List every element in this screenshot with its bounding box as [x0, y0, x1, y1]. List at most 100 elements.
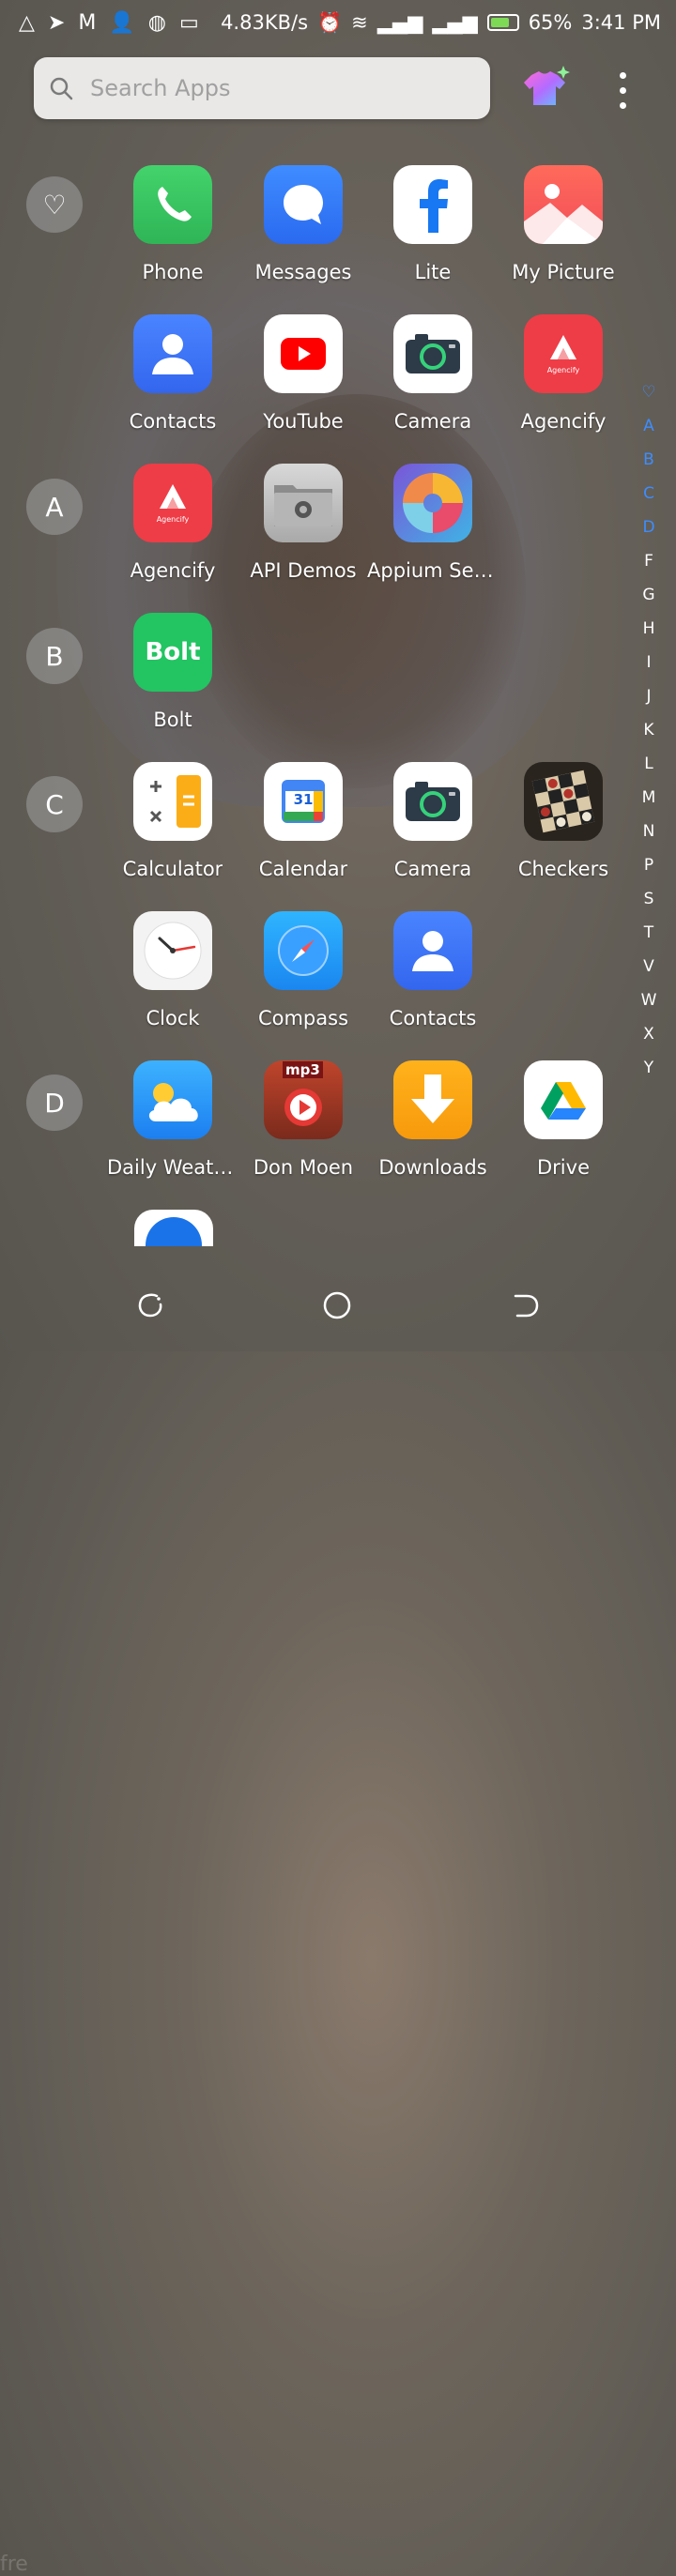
section-d[interactable]: D: [26, 1075, 83, 1131]
index-m[interactable]: M: [642, 781, 656, 815]
app-messages[interactable]: Messages: [238, 165, 369, 306]
index-t[interactable]: T: [644, 916, 653, 950]
agencify-wordmark: Agencify: [546, 366, 580, 374]
app-camera-2[interactable]: Camera: [367, 762, 499, 903]
app-don-moen[interactable]: mp3 Don Moen: [238, 1060, 369, 1201]
app-camera[interactable]: Camera: [367, 314, 499, 455]
agencify-icon: Agencify: [524, 314, 603, 393]
index-f[interactable]: F: [644, 544, 653, 578]
calendar-icon: 31: [264, 762, 343, 841]
laptop-icon: ▭: [178, 10, 199, 35]
youtube-icon: [264, 314, 343, 393]
dot-icon: [619, 101, 626, 109]
appium-icon: [393, 464, 472, 542]
app-label: Agencify: [130, 559, 216, 582]
app-label: Clock: [146, 1007, 200, 1029]
index-b[interactable]: B: [643, 443, 654, 477]
app-youtube[interactable]: YouTube: [238, 314, 369, 455]
app-contacts-2[interactable]: Contacts: [367, 911, 499, 1052]
app-daily-weather[interactable]: Daily Weather: [107, 1060, 238, 1201]
dot-icon: [619, 71, 626, 79]
recents-button[interactable]: [136, 1291, 164, 1319]
search-input[interactable]: [88, 74, 449, 102]
clock-icon: [133, 911, 212, 990]
app-label: Contacts: [129, 410, 217, 433]
app-downloads[interactable]: Downloads: [367, 1060, 499, 1201]
phone-icon: [133, 165, 212, 244]
index-c[interactable]: C: [643, 477, 654, 511]
back-button[interactable]: [512, 1291, 540, 1319]
app-label: My Picture: [512, 261, 615, 283]
home-button[interactable]: [323, 1291, 351, 1319]
index-y[interactable]: Y: [644, 1051, 653, 1085]
index-d[interactable]: D: [642, 511, 654, 544]
wifi-icon: ≋: [351, 11, 368, 34]
status-bar: △ ➤ M 👤 ◍ ▭ 4.83KB/s ⏰ ≋ ▂▄▆ ▂▄▆ 65% 3:4…: [0, 0, 676, 45]
app-label: Calculator: [122, 858, 223, 880]
agencify-icon: Agencify: [133, 464, 212, 542]
app-phone[interactable]: Phone: [107, 165, 238, 306]
app-appium-settings[interactable]: Appium Setti...: [367, 464, 499, 604]
index-h[interactable]: H: [643, 612, 655, 646]
app-agencify[interactable]: Agencify Agencify: [498, 314, 629, 455]
section-favorites[interactable]: ♡: [26, 176, 83, 233]
section-c[interactable]: C: [26, 776, 83, 832]
app-label: Drive: [537, 1156, 590, 1179]
app-label: Don Moen: [253, 1156, 354, 1179]
app-calendar[interactable]: 31 Calendar: [238, 762, 369, 903]
app-my-picture[interactable]: My Picture: [498, 165, 629, 306]
navigation-bar: fre: [0, 1258, 676, 2576]
telegram-icon: ➤: [47, 10, 66, 35]
picture-icon: [524, 165, 603, 244]
index-k[interactable]: K: [643, 713, 653, 747]
section-a[interactable]: A: [26, 479, 83, 535]
messages-icon: [264, 165, 343, 244]
search-bar[interactable]: [34, 57, 490, 119]
download-icon: [393, 1060, 472, 1139]
signal-icon: ▂▄▆: [376, 11, 423, 34]
index-v[interactable]: V: [643, 950, 654, 983]
mp3-icon: mp3: [264, 1060, 343, 1139]
contacts-icon: [133, 314, 212, 393]
index-j[interactable]: J: [646, 679, 651, 713]
app-bolt[interactable]: Bolt Bolt: [107, 613, 238, 754]
app-checkers[interactable]: Checkers: [498, 762, 629, 903]
index-n[interactable]: N: [643, 815, 655, 848]
app-clock[interactable]: Clock: [107, 911, 238, 1052]
app-partial-next-row[interactable]: [134, 1210, 213, 1246]
index-p[interactable]: P: [644, 848, 653, 882]
section-b[interactable]: B: [26, 628, 83, 684]
index-x[interactable]: X: [643, 1017, 654, 1051]
app-label: YouTube: [263, 410, 344, 433]
app-agencify-2[interactable]: Agencify Agencify: [107, 464, 238, 604]
camera-icon: [393, 762, 472, 841]
bolt-icon: Bolt: [133, 613, 212, 692]
clock-time: 3:41 PM: [581, 11, 661, 34]
notification-icons: △ ➤ M 👤 ◍ ▭: [19, 11, 199, 35]
app-label: Phone: [142, 261, 204, 283]
app-contacts[interactable]: Contacts: [107, 314, 238, 455]
facebook-icon: [393, 165, 472, 244]
app-label: Downloads: [378, 1156, 487, 1179]
search-icon: [50, 77, 73, 100]
app-api-demos[interactable]: API Demos: [238, 464, 369, 604]
alphabet-index[interactable]: ♡ A B C D F G H I J K L M N P S T V W X …: [635, 375, 663, 1085]
index-w[interactable]: W: [641, 983, 657, 1017]
app-facebook-lite[interactable]: Lite: [367, 165, 499, 306]
gmail-icon: M: [78, 10, 97, 35]
theme-tshirt-button[interactable]: [518, 64, 571, 113]
index-heart[interactable]: ♡: [641, 375, 655, 409]
drive-icon: [524, 1060, 603, 1139]
index-i[interactable]: I: [646, 646, 651, 679]
app-drive[interactable]: Drive: [498, 1060, 629, 1201]
app-calculator[interactable]: Calculator: [107, 762, 238, 903]
contacts-icon: [393, 911, 472, 990]
app-label: Appium Setti...: [367, 559, 499, 582]
index-g[interactable]: G: [642, 578, 654, 612]
index-l[interactable]: L: [644, 747, 653, 781]
app-compass[interactable]: Compass: [238, 911, 369, 1052]
index-a[interactable]: A: [643, 409, 654, 443]
camera-icon: [393, 314, 472, 393]
index-s[interactable]: S: [644, 882, 654, 916]
more-options-button[interactable]: [608, 68, 637, 113]
